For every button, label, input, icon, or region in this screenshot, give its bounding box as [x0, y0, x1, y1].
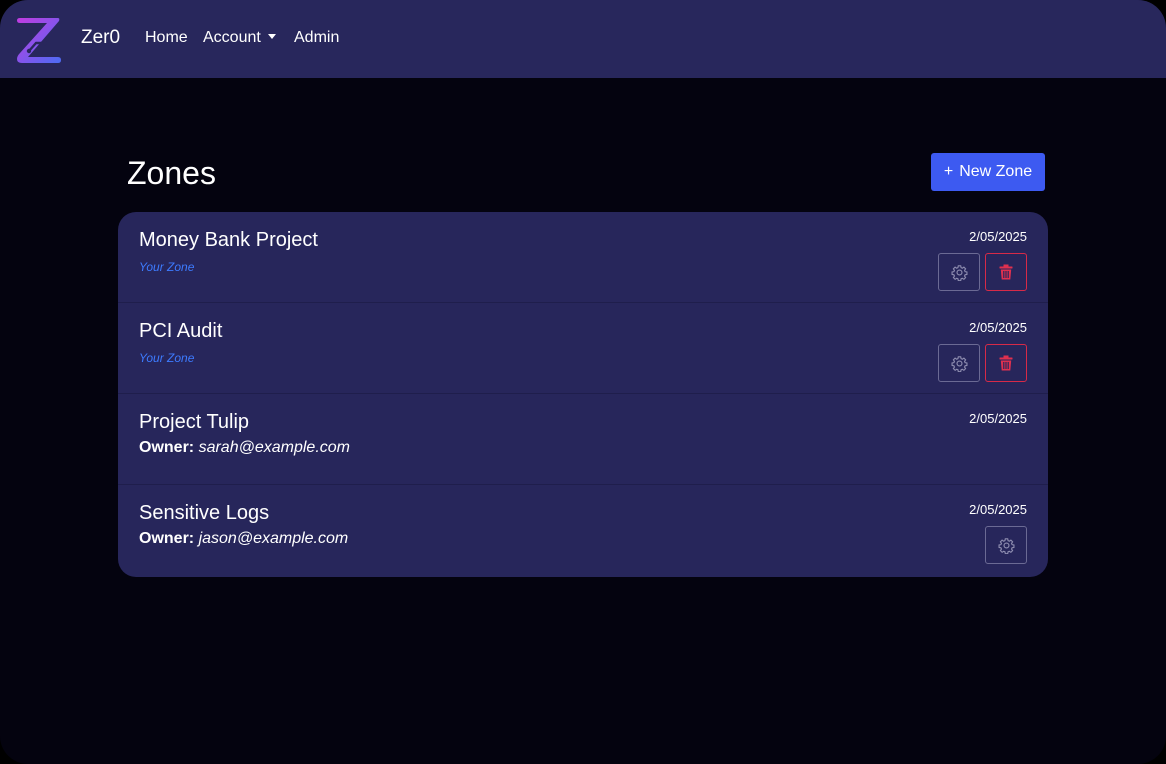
zone-owner: Owner: sarah@example.com — [139, 438, 350, 458]
trash-icon — [999, 355, 1013, 371]
owner-email: sarah@example.com — [198, 439, 350, 456]
zone-settings-button[interactable] — [985, 526, 1027, 564]
zone-settings-button[interactable] — [938, 344, 980, 382]
nav-home[interactable]: Home — [145, 28, 188, 48]
zone-owner: Owner: jason@example.com — [139, 529, 348, 549]
zone-name: PCI Audit — [139, 320, 223, 342]
zone-name: Project Tulip — [139, 411, 250, 433]
zone-list-item[interactable]: Sensitive Logs 2/05/2025 Owner: jason@ex… — [118, 485, 1048, 577]
trash-icon — [999, 264, 1013, 280]
caret-down-icon — [267, 34, 276, 39]
zone-delete-button[interactable] — [985, 253, 1027, 291]
plus-icon: + — [943, 163, 954, 180]
app-window: Zer0 Home Account Admin Zones + New Zone… — [0, 0, 1166, 764]
zone-date: 2/05/2025 — [969, 229, 1027, 244]
gear-icon — [950, 264, 968, 281]
zone-list-item[interactable]: Money Bank Project 2/05/2025 Your Zone — [118, 212, 1048, 303]
zone-date: 2/05/2025 — [969, 411, 1027, 426]
zone-delete-button[interactable] — [985, 344, 1027, 382]
new-zone-button[interactable]: + New Zone — [931, 153, 1045, 191]
gear-icon — [997, 537, 1015, 554]
zone-name: Money Bank Project — [139, 229, 318, 251]
zone-list-item[interactable]: PCI Audit 2/05/2025 Your Zone — [118, 303, 1048, 394]
zer0-logo-icon[interactable] — [14, 13, 64, 65]
gear-icon — [950, 355, 968, 372]
nav-account-label: Account — [203, 29, 261, 46]
navbar: Zer0 Home Account Admin — [0, 0, 1166, 78]
zone-date: 2/05/2025 — [969, 502, 1027, 517]
new-zone-label: New Zone — [959, 163, 1033, 180]
brand-name[interactable]: Zer0 — [81, 26, 120, 50]
owner-label: Owner: — [139, 439, 195, 456]
zone-date: 2/05/2025 — [969, 320, 1027, 335]
zone-list: Money Bank Project 2/05/2025 Your Zone P… — [118, 212, 1048, 577]
zone-list-item[interactable]: Project Tulip 2/05/2025 Owner: sarah@exa… — [118, 394, 1048, 485]
nav-account-dropdown[interactable]: Account — [203, 28, 276, 48]
nav-admin[interactable]: Admin — [294, 28, 339, 48]
owner-email: jason@example.com — [198, 530, 349, 547]
zone-name: Sensitive Logs — [139, 502, 270, 524]
your-zone-badge: Your Zone — [139, 260, 195, 274]
page-title: Zones — [127, 155, 216, 191]
your-zone-badge: Your Zone — [139, 351, 195, 365]
zone-settings-button[interactable] — [938, 253, 980, 291]
owner-label: Owner: — [139, 530, 195, 547]
